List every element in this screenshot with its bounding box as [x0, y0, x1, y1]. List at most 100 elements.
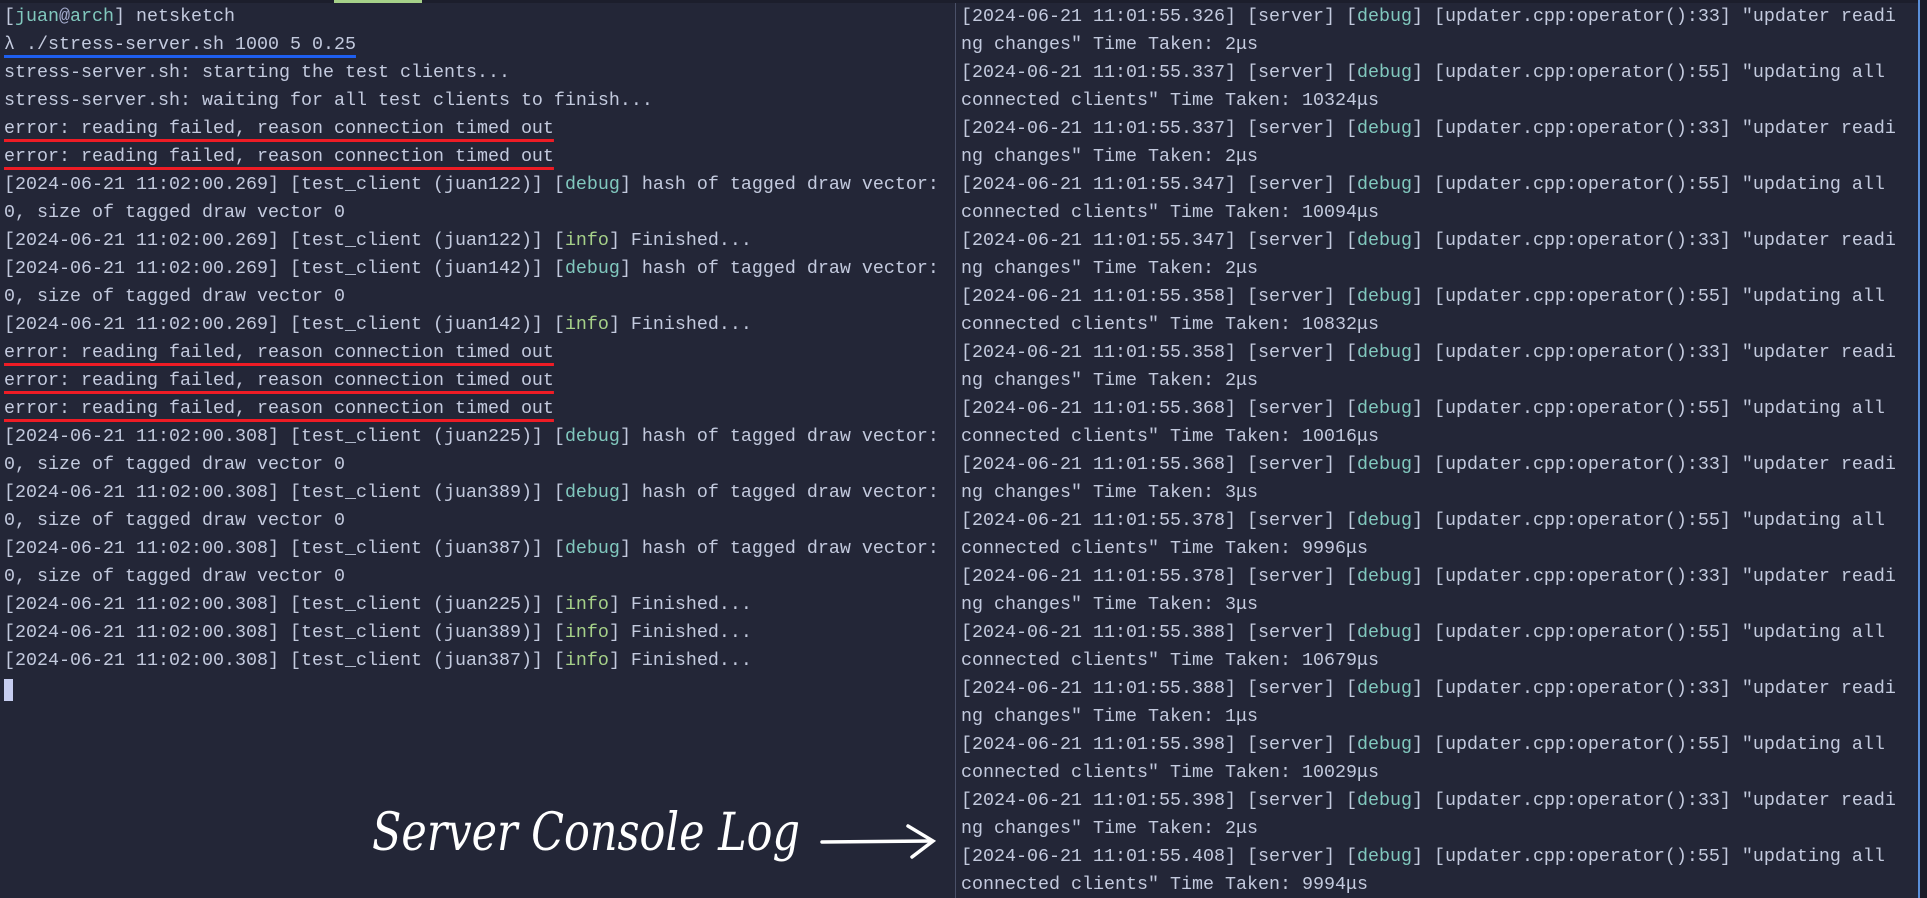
- log-line: [2024-06-21 11:01:55.398] [server] [debu…: [961, 731, 1907, 787]
- log-text: [2024-06-21 11:02:00.308] [test_client (…: [4, 538, 565, 559]
- client-terminal-output: [juan@arch] netsketch λ ./stress-server.s…: [0, 3, 955, 703]
- log-text: [2024-06-21 11:01:55.337] [server] [: [961, 118, 1357, 139]
- log-text: [2024-06-21 11:01:55.388] [server] [: [961, 678, 1357, 699]
- error-message: error: reading failed, reason connection…: [4, 146, 554, 167]
- log-text: [2024-06-21 11:01:55.398] [server] [: [961, 790, 1357, 811]
- log-line: stress-server.sh: starting the test clie…: [4, 59, 950, 87]
- log-line: [2024-06-21 11:01:55.337] [server] [debu…: [961, 59, 1907, 115]
- log-text: [2024-06-21 11:02:00.269] [test_client (…: [4, 174, 565, 195]
- server-terminal-output: [2024-06-21 11:01:55.326] [server] [debu…: [956, 3, 1918, 898]
- arrow-right-icon: [820, 824, 937, 859]
- log-text: [2024-06-21 11:01:55.358] [server] [: [961, 342, 1357, 363]
- log-line: λ ./stress-server.sh 1000 5 0.25: [4, 31, 950, 59]
- log-level-debug: debug: [1356, 846, 1412, 867]
- log-line: error: reading failed, reason connection…: [4, 115, 950, 143]
- log-text: ] Finished...: [608, 594, 752, 615]
- log-line: [2024-06-21 11:01:55.368] [server] [debu…: [961, 395, 1907, 451]
- log-line: [2024-06-21 11:01:55.388] [server] [debu…: [961, 619, 1907, 675]
- log-line: [2024-06-21 11:01:55.326] [server] [debu…: [961, 3, 1907, 59]
- log-level-info: info: [564, 622, 609, 643]
- log-line: [2024-06-21 11:02:00.308] [test_client (…: [4, 591, 950, 619]
- log-text: [2024-06-21 11:02:00.269] [test_client (…: [4, 258, 565, 279]
- log-line: [2024-06-21 11:02:00.269] [test_client (…: [4, 171, 950, 227]
- log-text: [2024-06-21 11:01:55.368] [server] [: [961, 398, 1357, 419]
- prompt-at: @: [59, 6, 70, 27]
- log-level-debug: debug: [1356, 790, 1412, 811]
- log-text: [: [4, 6, 15, 27]
- annotation-text: Server Console Log: [372, 803, 800, 863]
- log-level-debug: debug: [564, 538, 620, 559]
- log-line: error: reading failed, reason connection…: [4, 395, 950, 423]
- log-text: [2024-06-21 11:02:00.308] [test_client (…: [4, 594, 565, 615]
- command-text: λ ./stress-server.sh 1000 5 0.25: [4, 34, 356, 55]
- log-text: [2024-06-21 11:01:55.408] [server] [: [961, 846, 1357, 867]
- log-level-debug: debug: [1356, 174, 1412, 195]
- client-terminal-pane[interactable]: [juan@arch] netsketch λ ./stress-server.s…: [0, 3, 955, 898]
- log-level-debug: debug: [564, 426, 620, 447]
- log-level-debug: debug: [564, 482, 620, 503]
- log-line: [2024-06-21 11:02:00.308] [test_client (…: [4, 479, 950, 535]
- log-level-info: info: [564, 230, 609, 251]
- log-line: [2024-06-21 11:01:55.378] [server] [debu…: [961, 507, 1907, 563]
- log-level-debug: debug: [1356, 510, 1412, 531]
- log-line: error: reading failed, reason connection…: [4, 339, 950, 367]
- log-line: [2024-06-21 11:02:00.308] [test_client (…: [4, 647, 950, 675]
- log-text: ] Finished...: [608, 622, 752, 643]
- log-text: [2024-06-21 11:02:00.308] [test_client (…: [4, 622, 565, 643]
- log-level-debug: debug: [564, 258, 620, 279]
- log-line: [2024-06-21 11:01:55.347] [server] [debu…: [961, 171, 1907, 227]
- window-gap: [1920, 0, 1927, 898]
- error-message: error: reading failed, reason connection…: [4, 398, 554, 419]
- log-line: [2024-06-21 11:02:00.269] [test_client (…: [4, 227, 950, 255]
- log-text: [2024-06-21 11:01:55.378] [server] [: [961, 510, 1357, 531]
- log-line: stress-server.sh: waiting for all test c…: [4, 87, 950, 115]
- log-line: [2024-06-21 11:01:55.398] [server] [debu…: [961, 787, 1907, 843]
- log-text: [2024-06-21 11:01:55.326] [server] [: [961, 6, 1357, 27]
- log-level-debug: debug: [1356, 734, 1412, 755]
- server-terminal-pane[interactable]: [2024-06-21 11:01:55.326] [server] [debu…: [956, 3, 1918, 898]
- log-level-info: info: [564, 594, 609, 615]
- log-line: [2024-06-21 11:01:55.368] [server] [debu…: [961, 451, 1907, 507]
- error-message: error: reading failed, reason connection…: [4, 118, 554, 139]
- log-text: [2024-06-21 11:01:55.388] [server] [: [961, 622, 1357, 643]
- prompt-line[interactable]: [4, 675, 950, 703]
- annotation-drawing: Server Console Log: [372, 803, 937, 863]
- log-level-debug: debug: [1356, 678, 1412, 699]
- log-text: [2024-06-21 11:02:00.269] [test_client (…: [4, 314, 565, 335]
- log-text: [2024-06-21 11:02:00.269] [test_client (…: [4, 230, 565, 251]
- log-level-debug: debug: [1356, 6, 1412, 27]
- log-text: [2024-06-21 11:01:55.378] [server] [: [961, 566, 1357, 587]
- log-text: [2024-06-21 11:01:55.347] [server] [: [961, 230, 1357, 251]
- log-level-debug: debug: [1356, 566, 1412, 587]
- prompt-user: juan: [15, 6, 59, 27]
- log-level-debug: debug: [1356, 454, 1412, 475]
- log-level-debug: debug: [1356, 286, 1412, 307]
- log-text: [2024-06-21 11:02:00.308] [test_client (…: [4, 426, 565, 447]
- log-text: [2024-06-21 11:01:55.398] [server] [: [961, 734, 1357, 755]
- log-text: [2024-06-21 11:02:00.308] [test_client (…: [4, 482, 565, 503]
- log-line: [2024-06-21 11:02:00.308] [test_client (…: [4, 619, 950, 647]
- log-level-debug: debug: [1356, 342, 1412, 363]
- prompt-user: arch: [70, 6, 114, 27]
- log-line: [2024-06-21 11:01:55.358] [server] [debu…: [961, 339, 1907, 395]
- log-level-info: info: [564, 650, 609, 671]
- log-level-debug: debug: [1356, 118, 1412, 139]
- log-line: [2024-06-21 11:02:00.269] [test_client (…: [4, 311, 950, 339]
- log-level-debug: debug: [1356, 398, 1412, 419]
- log-line: [juan@arch] netsketch: [4, 3, 950, 31]
- log-level-debug: debug: [1356, 230, 1412, 251]
- log-line: [2024-06-21 11:01:55.378] [server] [debu…: [961, 563, 1907, 619]
- error-message: error: reading failed, reason connection…: [4, 370, 554, 391]
- log-text: [2024-06-21 11:01:55.368] [server] [: [961, 454, 1357, 475]
- log-level-debug: debug: [564, 174, 620, 195]
- log-text: stress-server.sh: starting the test clie…: [4, 62, 510, 83]
- log-line: [2024-06-21 11:02:00.269] [test_client (…: [4, 255, 950, 311]
- log-text: ] netsketch: [114, 6, 235, 27]
- handwritten-annotation: Server Console Log: [360, 770, 940, 876]
- log-level-info: info: [564, 314, 609, 335]
- log-line: [2024-06-21 11:01:55.358] [server] [debu…: [961, 283, 1907, 339]
- log-text: stress-server.sh: waiting for all test c…: [4, 90, 653, 111]
- log-level-debug: debug: [1356, 622, 1412, 643]
- error-message: error: reading failed, reason connection…: [4, 342, 554, 363]
- log-line: [2024-06-21 11:01:55.408] [server] [debu…: [961, 843, 1907, 898]
